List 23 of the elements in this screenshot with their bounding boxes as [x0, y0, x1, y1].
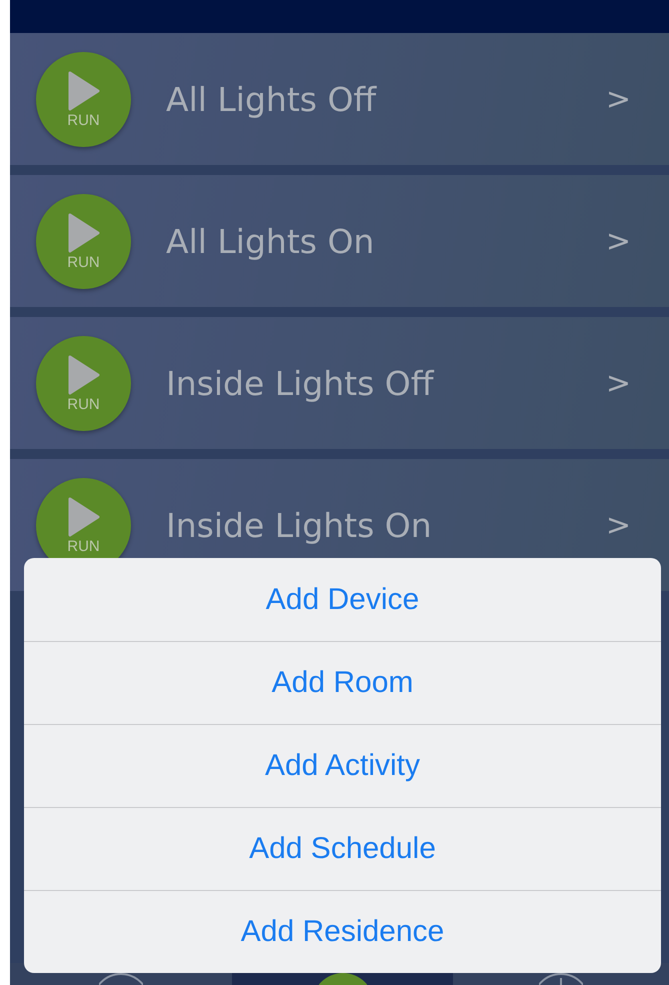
scene-row[interactable]: RUN Inside Lights Off >: [10, 317, 669, 449]
play-icon: [66, 212, 100, 252]
scene-row[interactable]: RUN All Lights Off >: [10, 33, 669, 165]
run-button[interactable]: RUN: [36, 336, 131, 430]
chevron: >: [606, 366, 631, 400]
play-icon: [66, 70, 100, 110]
scene-title: All Lights On: [166, 222, 376, 260]
scene-title: All Lights Off: [166, 80, 378, 118]
scene-title: Inside Lights On: [166, 506, 433, 544]
chevron: >: [606, 508, 631, 542]
action-sheet-item[interactable]: Add Room: [24, 641, 661, 724]
action-sheet-item[interactable]: Add Schedule: [24, 807, 661, 890]
play-icon: [66, 354, 100, 394]
round-tab-icon: [318, 973, 366, 985]
scene-title: Inside Lights Off: [166, 364, 436, 402]
action-sheet-item[interactable]: Add Activity: [24, 724, 661, 807]
action-sheet-item[interactable]: Add Residence: [24, 890, 661, 973]
run-button[interactable]: RUN: [36, 194, 131, 288]
chevron: >: [606, 82, 631, 116]
play-icon: [66, 496, 100, 536]
scene-row[interactable]: RUN All Lights On >: [10, 175, 669, 307]
run-button[interactable]: RUN: [36, 52, 131, 146]
chevron: >: [606, 224, 631, 258]
